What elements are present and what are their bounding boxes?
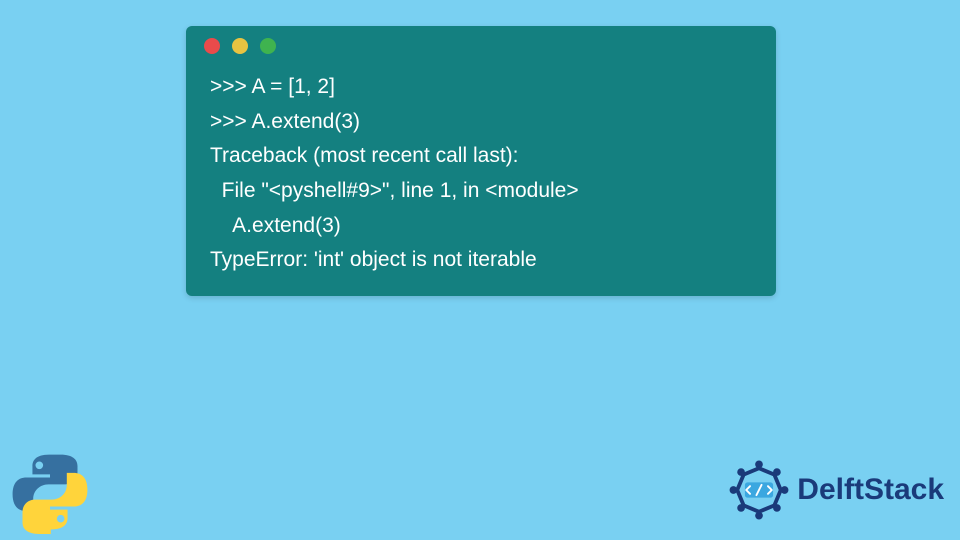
- delftstack-label: DelftStack: [797, 473, 944, 507]
- maximize-icon[interactable]: [260, 38, 276, 54]
- code-line: Traceback (most recent call last):: [210, 144, 518, 167]
- terminal-window: >>> A = [1, 2] >>> A.extend(3) Traceback…: [186, 26, 776, 296]
- delftstack-logo: DelftStack: [727, 458, 944, 522]
- window-titlebar: [186, 26, 776, 66]
- minimize-icon[interactable]: [232, 38, 248, 54]
- code-line: A.extend(3): [210, 214, 341, 237]
- python-logo-icon: [8, 450, 92, 534]
- delftstack-badge-icon: [727, 458, 791, 522]
- code-line: >>> A.extend(3): [210, 110, 360, 133]
- terminal-output: >>> A = [1, 2] >>> A.extend(3) Traceback…: [186, 66, 776, 278]
- code-line: File "<pyshell#9>", line 1, in <module>: [210, 179, 579, 202]
- code-line: >>> A = [1, 2]: [210, 75, 335, 98]
- close-icon[interactable]: [204, 38, 220, 54]
- code-line: TypeError: 'int' object is not iterable: [210, 248, 537, 271]
